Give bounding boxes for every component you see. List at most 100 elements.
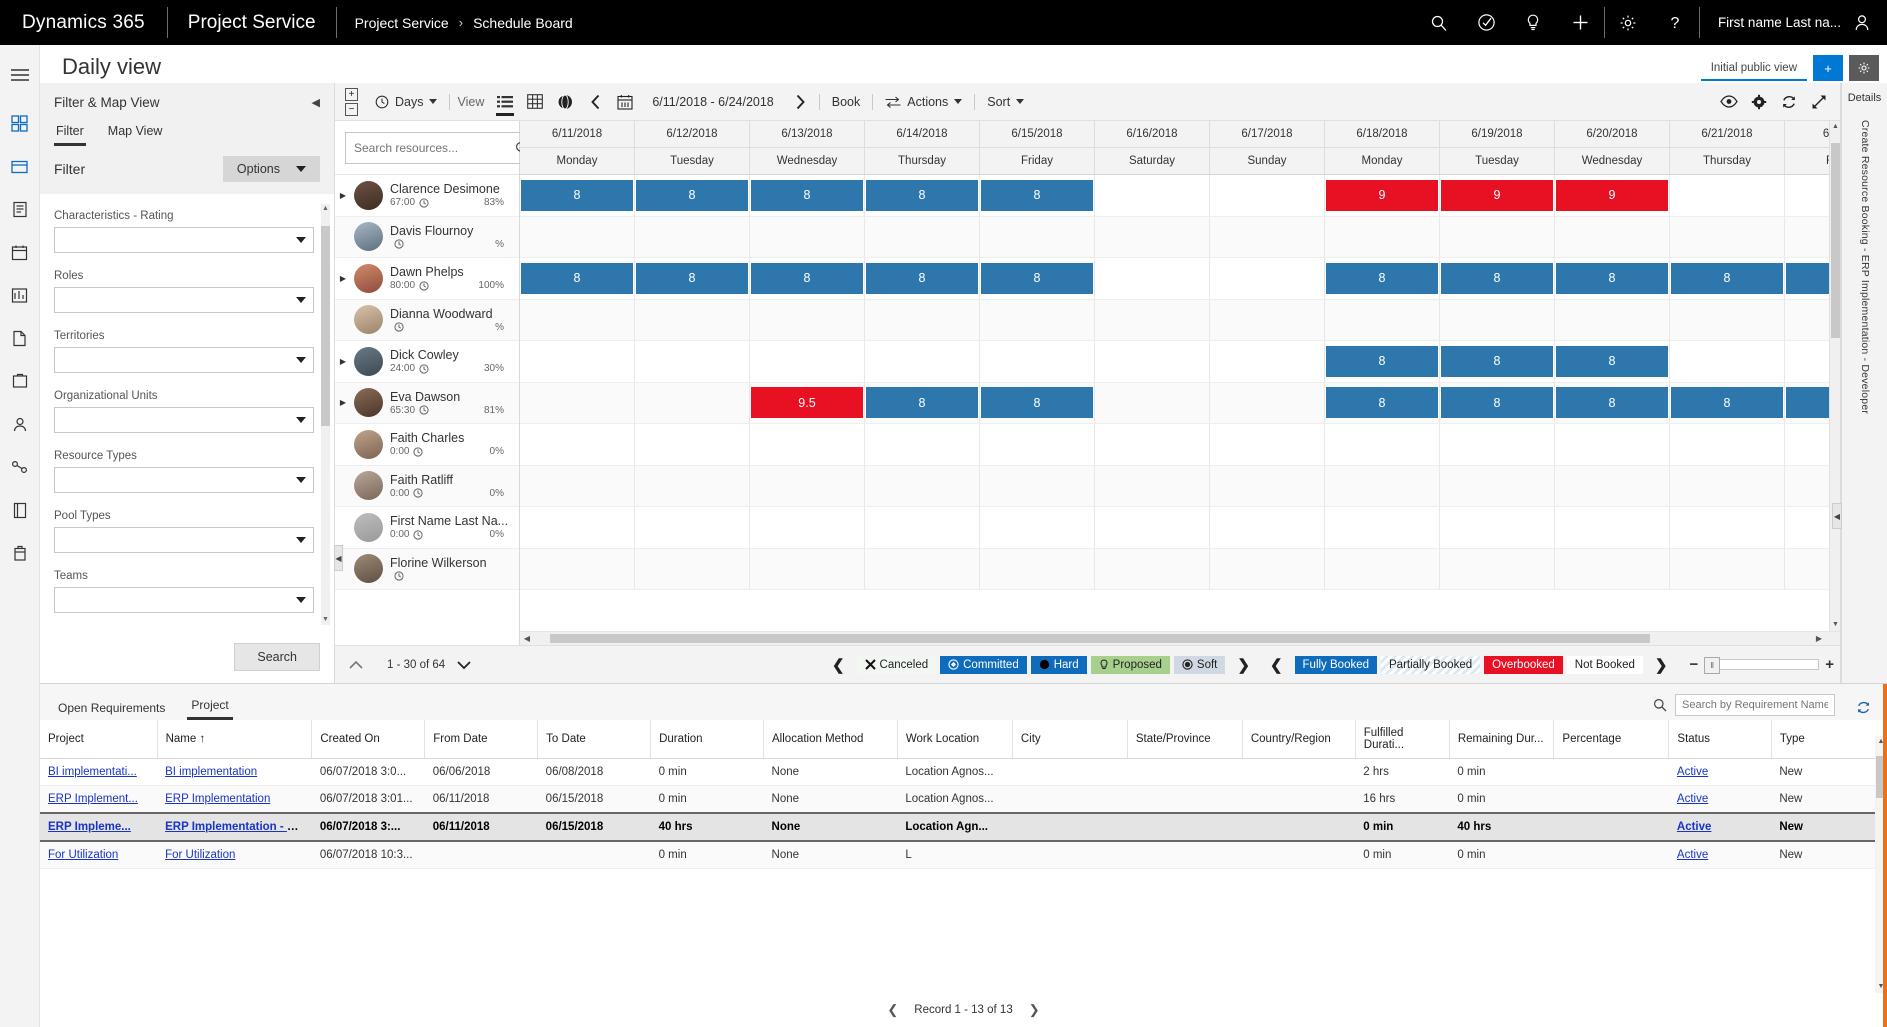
scrollbar-thumb[interactable] bbox=[1831, 143, 1840, 338]
schedule-cell[interactable] bbox=[1325, 465, 1440, 506]
booking-block[interactable]: 8 bbox=[1556, 345, 1668, 377]
schedule-cell[interactable] bbox=[980, 465, 1095, 506]
schedule-cell[interactable]: 8 bbox=[635, 258, 750, 299]
cell-link[interactable]: ERP Implement... bbox=[48, 793, 138, 805]
nav-icon-book[interactable] bbox=[0, 489, 40, 532]
schedule-cell[interactable] bbox=[1670, 216, 1785, 257]
plus-icon[interactable] bbox=[1557, 0, 1604, 45]
schedule-cell[interactable] bbox=[1555, 465, 1670, 506]
schedule-cell[interactable]: 8 bbox=[865, 258, 980, 299]
zoom-slider-handle[interactable]: ‖ bbox=[1704, 657, 1721, 674]
teams-select[interactable] bbox=[54, 587, 314, 613]
schedule-cell[interactable] bbox=[635, 548, 750, 589]
schedule-cell[interactable] bbox=[1210, 258, 1325, 299]
date-range-label[interactable]: 6/11/2018 - 6/24/2018 bbox=[640, 95, 785, 109]
schedule-cell[interactable]: 8 bbox=[1555, 382, 1670, 423]
nav-icon-schedule-board[interactable] bbox=[0, 532, 40, 575]
schedule-cell[interactable] bbox=[750, 216, 865, 257]
table-column-header[interactable]: City bbox=[1012, 720, 1128, 759]
cell-link[interactable]: BI implementation bbox=[165, 766, 257, 778]
schedule-cell[interactable]: 9.5 bbox=[750, 382, 865, 423]
table-column-header[interactable]: Percentage bbox=[1553, 720, 1670, 759]
schedule-cell[interactable]: 9 bbox=[1325, 175, 1440, 216]
legend-overbooked[interactable]: Overbooked bbox=[1484, 655, 1563, 674]
booking-block[interactable]: 8 bbox=[1326, 262, 1438, 294]
schedule-cell[interactable] bbox=[635, 507, 750, 548]
view-map-button[interactable] bbox=[550, 83, 580, 121]
tab-map-view[interactable]: Map View bbox=[106, 120, 165, 146]
zoom-out-button[interactable]: − bbox=[1689, 656, 1698, 673]
schedule-cell[interactable] bbox=[1440, 507, 1555, 548]
tab-project[interactable]: Project bbox=[187, 698, 233, 720]
territories-select[interactable] bbox=[54, 347, 314, 373]
cell-link[interactable]: For Utilization bbox=[165, 849, 235, 861]
breadcrumb-root[interactable]: Project Service bbox=[355, 15, 449, 31]
table-row[interactable]: For Utilization For Utilization 06/07/2018… bbox=[40, 841, 1887, 869]
resource-row[interactable]: Davis Flournoy% bbox=[335, 216, 519, 258]
booking-block[interactable]: 8 bbox=[981, 179, 1093, 211]
schedule-cell[interactable] bbox=[520, 382, 635, 423]
schedule-cell[interactable]: 8 bbox=[865, 382, 980, 423]
schedule-cell[interactable] bbox=[1440, 424, 1555, 465]
booking-block[interactable]: 8 bbox=[1326, 387, 1438, 419]
schedule-cell[interactable] bbox=[1670, 341, 1785, 382]
booking-block[interactable]: 9.5 bbox=[751, 387, 863, 419]
expand-resource-icon[interactable]: ▶ bbox=[339, 357, 347, 366]
schedule-cell[interactable] bbox=[1210, 465, 1325, 506]
schedule-cell[interactable] bbox=[750, 507, 865, 548]
schedule-cell[interactable]: 9 bbox=[1555, 175, 1670, 216]
cell-link[interactable]: ERP Implementation bbox=[165, 793, 270, 805]
schedule-cell[interactable] bbox=[865, 299, 980, 340]
schedule-cell[interactable]: 8 bbox=[1440, 341, 1555, 382]
resource-name[interactable]: Faith Charles bbox=[390, 431, 513, 445]
schedule-cell[interactable] bbox=[635, 299, 750, 340]
nav-icon-calendar[interactable] bbox=[0, 231, 40, 274]
collapse-all-button[interactable]: − bbox=[345, 102, 358, 116]
resource-row[interactable]: Faith Charles 0:00 0% bbox=[335, 424, 519, 466]
schedule-cell[interactable]: 8 bbox=[1440, 258, 1555, 299]
resource-panel-resize-handle[interactable]: ◀ bbox=[334, 545, 343, 571]
resource-name[interactable]: Eva Dawson bbox=[390, 390, 513, 404]
schedule-cell[interactable] bbox=[980, 424, 1095, 465]
status-legend-next-button[interactable]: ❯ bbox=[1647, 656, 1676, 674]
schedule-cell[interactable]: 8 bbox=[865, 175, 980, 216]
schedule-cell[interactable] bbox=[1440, 216, 1555, 257]
booking-block[interactable]: 8 bbox=[1671, 387, 1783, 419]
table-column-header[interactable]: Project bbox=[40, 720, 158, 759]
book-button[interactable]: Book bbox=[823, 83, 870, 121]
schedule-cell[interactable]: 8 bbox=[1555, 258, 1670, 299]
grid-body[interactable]: 8 8 8 8 8 9 9 9 8 8 8 8 8 8 8 8 8 8 8 8 9.5 8 8 8 8 8 8 bbox=[520, 175, 1840, 631]
scroll-up-arrow-icon[interactable]: ▲ bbox=[1831, 121, 1840, 133]
schedule-cell[interactable]: 8 bbox=[750, 258, 865, 299]
schedule-cell[interactable] bbox=[635, 216, 750, 257]
schedule-cell[interactable]: 8 bbox=[1670, 258, 1785, 299]
cell-link[interactable]: ERP Implementation - D... bbox=[165, 821, 305, 833]
booking-block[interactable]: 8 bbox=[1441, 262, 1553, 294]
resource-types-select[interactable] bbox=[54, 467, 314, 493]
schedule-cell[interactable] bbox=[750, 299, 865, 340]
schedule-cell[interactable] bbox=[1095, 341, 1210, 382]
booking-block[interactable]: 9 bbox=[1326, 179, 1438, 211]
schedule-cell[interactable] bbox=[1210, 507, 1325, 548]
booking-block[interactable]: 8 bbox=[751, 262, 863, 294]
booking-block[interactable]: 8 bbox=[751, 179, 863, 211]
hamburger-menu-icon[interactable] bbox=[0, 53, 40, 96]
resource-name[interactable]: Dick Cowley bbox=[390, 348, 513, 362]
scrollbar-thumb[interactable] bbox=[550, 634, 1650, 643]
schedule-cell[interactable]: 8 bbox=[1325, 382, 1440, 423]
schedule-cell[interactable] bbox=[1670, 175, 1785, 216]
nav-icon-network[interactable] bbox=[0, 446, 40, 489]
schedule-cell[interactable] bbox=[980, 548, 1095, 589]
legend-fully-booked[interactable]: Fully Booked bbox=[1294, 655, 1378, 674]
schedule-cell[interactable] bbox=[520, 507, 635, 548]
booking-block[interactable]: 8 bbox=[1441, 345, 1553, 377]
filter-search-button[interactable]: Search bbox=[234, 643, 320, 671]
booking-block[interactable]: 9 bbox=[1556, 179, 1668, 211]
sort-dropdown[interactable]: Sort bbox=[978, 83, 1033, 121]
schedule-cell[interactable] bbox=[980, 299, 1095, 340]
expand-resource-icon[interactable]: ▶ bbox=[339, 274, 347, 283]
scroll-left-arrow-icon[interactable]: ◀ bbox=[520, 632, 534, 645]
table-column-header[interactable]: Name ↑ bbox=[157, 720, 313, 759]
search-icon[interactable] bbox=[1416, 0, 1463, 45]
actions-dropdown[interactable]: Actions bbox=[876, 83, 971, 121]
